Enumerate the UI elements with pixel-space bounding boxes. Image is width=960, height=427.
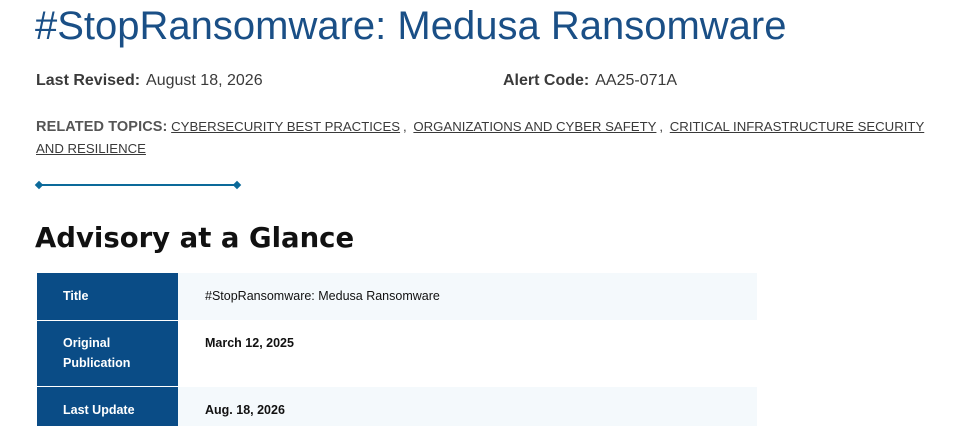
alert-code-label: Alert Code: [503,72,590,89]
table-row: Last Update Aug. 18, 2026 [37,386,757,427]
alert-code-value: AA25-071A [595,72,678,89]
last-revised: Last Revised: August 18, 2026 [36,71,263,91]
row-label-original-publication: Original Publication [37,320,178,387]
topic-separator: , [403,119,407,134]
row-value-original-publication: March 12, 2025 [178,320,757,387]
table-row: Original Publication March 12, 2025 [37,320,757,387]
related-topics: RELATED TOPICS: CYBERSECURITY BEST PRACT… [36,116,931,160]
glance-heading: Advisory at a Glance [35,222,355,254]
last-revised-value: August 18, 2026 [146,72,263,89]
row-value-title: #StopRansomware: Medusa Ransomware [178,273,757,321]
row-label-last-update: Last Update [37,386,178,427]
topic-link-organizations-and-cyber-safety[interactable]: ORGANIZATIONS AND CYBER SAFETY [413,119,656,134]
divider-diamond-icon [232,180,242,190]
row-value-last-update: Aug. 18, 2026 [178,386,757,427]
divider-line [39,184,237,186]
page-title: #StopRansomware: Medusa Ransomware [35,4,787,48]
last-revised-label: Last Revised: [36,72,141,89]
section-divider [34,180,242,190]
related-topics-label: RELATED TOPICS: [36,119,168,135]
divider-diamond-icon [34,180,44,190]
topic-link-cybersecurity-best-practices[interactable]: CYBERSECURITY BEST PRACTICES [171,119,400,134]
row-label-title: Title [37,273,178,321]
advisory-glance-table: Title #StopRansomware: Medusa Ransomware… [37,273,757,427]
table-row: Title #StopRansomware: Medusa Ransomware [37,273,757,321]
alert-code: Alert Code: AA25-071A [503,71,677,91]
topic-separator: , [659,119,664,134]
